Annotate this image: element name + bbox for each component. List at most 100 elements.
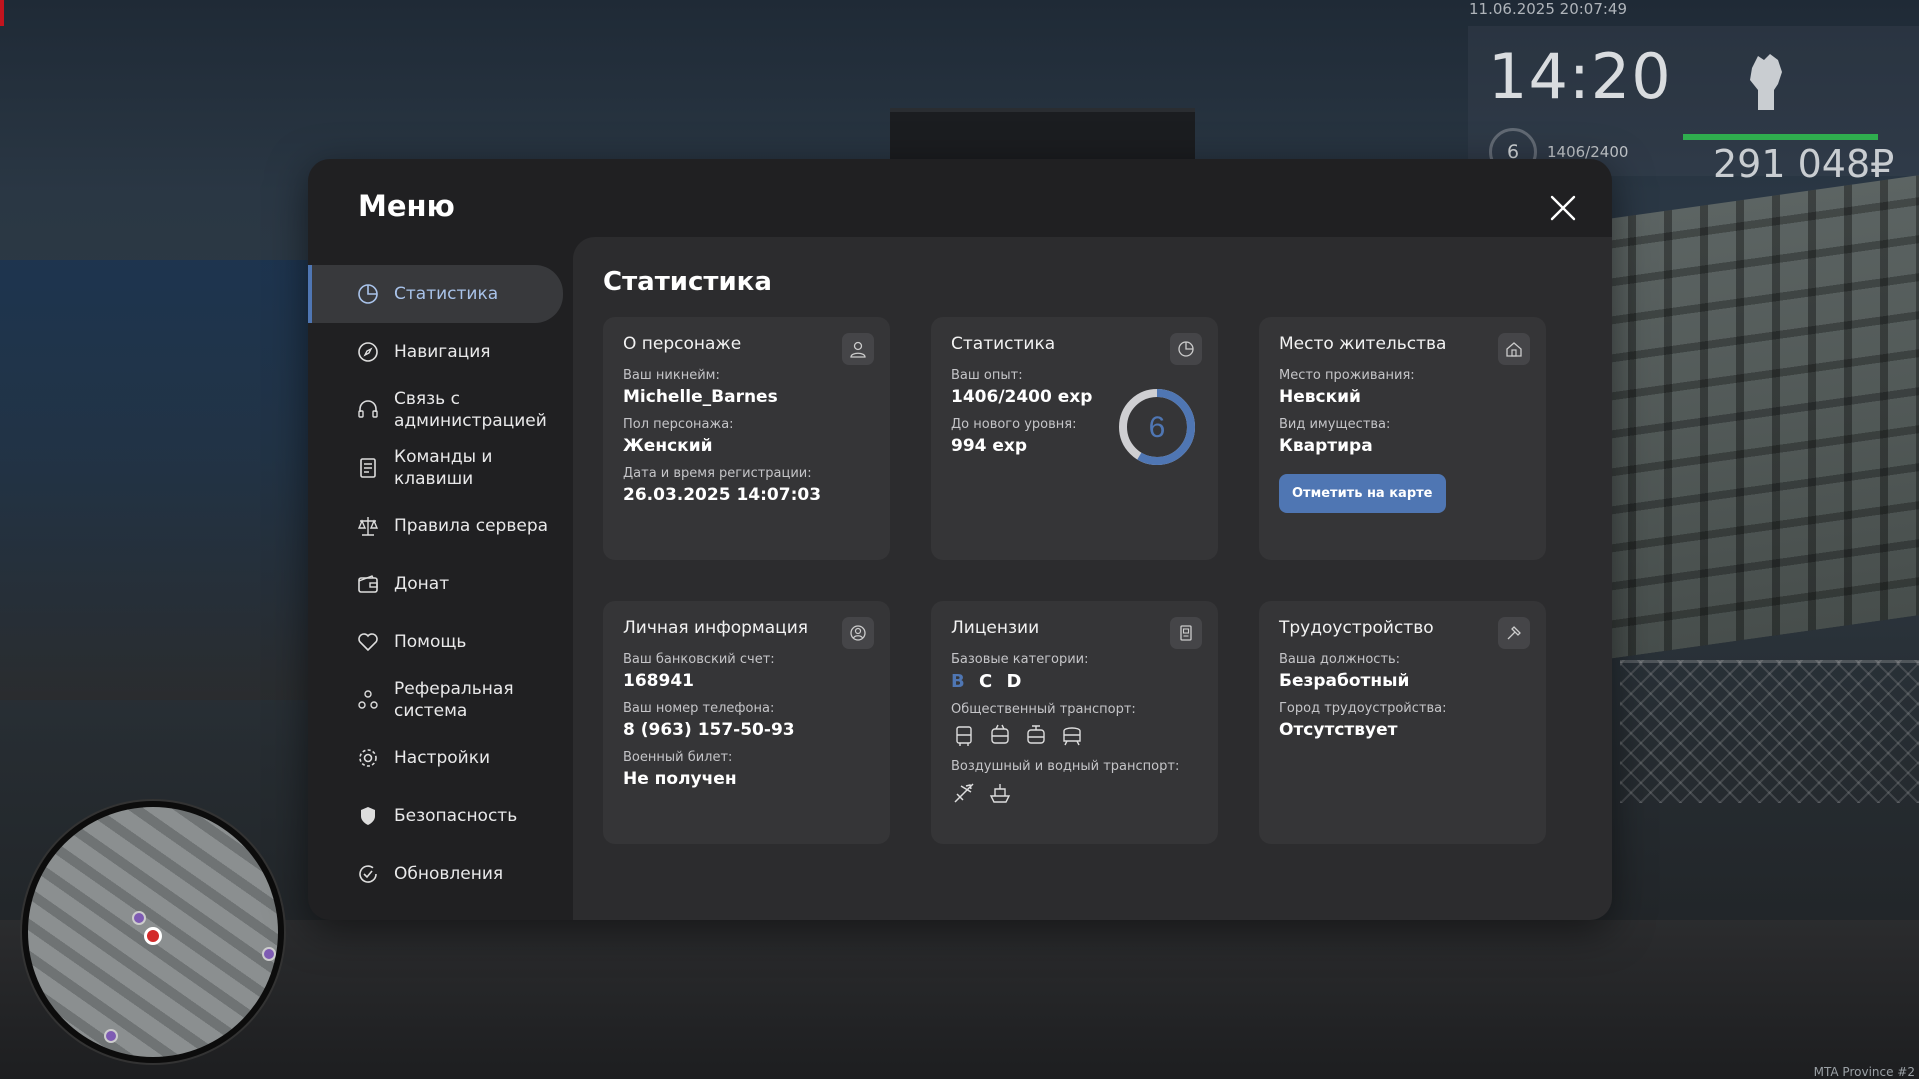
- base-categories-label: Базовые категории:: [951, 652, 1089, 667]
- user-circle-icon: [842, 617, 874, 649]
- license-categories: B C D: [951, 671, 1198, 692]
- background-building-left: [0, 260, 310, 700]
- gender-label: Пол персонажа:: [623, 417, 734, 432]
- gender-value: Женский: [623, 436, 713, 456]
- sidebar-item-statistics[interactable]: Статистика: [308, 265, 563, 323]
- card-licenses: Лицензии Базовые категории: B C D Общест…: [931, 601, 1218, 844]
- property-type-value: Квартира: [1279, 436, 1373, 456]
- map-blip: [104, 1029, 118, 1043]
- close-icon: [1550, 195, 1576, 221]
- place-label: Место проживания:: [1279, 368, 1415, 383]
- card-title: Статистика: [951, 334, 1056, 354]
- air-water-transport-label: Воздушный и водный транспорт:: [951, 759, 1180, 774]
- house-icon: [1498, 333, 1530, 365]
- trolleybus-icon: [987, 723, 1013, 749]
- menu-modal: Меню Статистика Навигация Связь с админи…: [308, 159, 1612, 920]
- background-building-right: [1600, 175, 1919, 660]
- license-card-icon: [1170, 617, 1202, 649]
- phone-label: Ваш номер телефона:: [623, 701, 775, 716]
- card-character: О персонаже Ваш никнейм: Michelle_Barnes…: [603, 317, 890, 560]
- level-number: 6: [1149, 411, 1166, 444]
- hud-money: 291 048₽: [1713, 142, 1895, 186]
- fist-icon: [1744, 50, 1786, 112]
- hud-datetime: 11.06.2025 20:07:49: [1469, 0, 1628, 18]
- hud-health-bar: [1683, 134, 1878, 140]
- people-icon: [356, 688, 380, 712]
- card-personal-info: Личная информация Ваш банковский счет: 1…: [603, 601, 890, 844]
- shield-icon: [356, 804, 380, 828]
- position-value: Безработный: [1279, 671, 1410, 691]
- nickname-label: Ваш никнейм:: [623, 368, 720, 383]
- sidebar-item-donate[interactable]: Донат: [308, 555, 571, 613]
- sidebar-item-label: Реферальная система: [394, 679, 514, 721]
- license-category-c: C: [979, 671, 993, 692]
- exp-label: Ваш опыт:: [951, 368, 1023, 383]
- military-id-label: Военный билет:: [623, 750, 733, 765]
- map-blip: [262, 947, 276, 961]
- sidebar-item-updates[interactable]: Обновления: [308, 845, 571, 903]
- red-corner-mark: [0, 0, 4, 26]
- sidebar: Статистика Навигация Связь с администрац…: [308, 265, 571, 903]
- sidebar-item-label: Правила сервера: [394, 516, 549, 536]
- sidebar-item-label: Команды и клавиши: [394, 447, 493, 489]
- hammer-icon: [1498, 617, 1530, 649]
- nickname-value: Michelle_Barnes: [623, 387, 778, 407]
- document-icon: [356, 456, 380, 480]
- close-button[interactable]: [1548, 193, 1578, 223]
- air-water-transport-icons: [951, 780, 1198, 806]
- mark-on-map-button[interactable]: Отметить на карте: [1279, 474, 1446, 513]
- refresh-check-icon: [356, 862, 380, 886]
- public-transport-label: Общественный транспорт:: [951, 702, 1136, 717]
- wallet-icon: [356, 572, 380, 596]
- license-category-b: B: [951, 671, 965, 692]
- sidebar-item-label: Помощь: [394, 632, 467, 652]
- content-panel: Статистика О персонаже Ваш никнейм: Mich…: [573, 237, 1612, 920]
- sidebar-item-settings[interactable]: Настройки: [308, 729, 571, 787]
- card-statistics: Статистика Ваш опыт: 1406/2400 exp До но…: [931, 317, 1218, 560]
- card-title: Трудоустройство: [1279, 618, 1434, 638]
- sidebar-item-help[interactable]: Помощь: [308, 613, 571, 671]
- property-type-label: Вид имущества:: [1279, 417, 1391, 432]
- compass-icon: [356, 340, 380, 364]
- gear-icon: [356, 746, 380, 770]
- airplane-icon: [951, 780, 977, 806]
- card-employment: Трудоустройство Ваша должность: Безработ…: [1259, 601, 1546, 844]
- server-watermark: MTA Province #2: [1813, 1065, 1915, 1079]
- military-id-value: Не получен: [623, 769, 737, 789]
- scales-icon: [356, 514, 380, 538]
- public-transport-icons: [951, 723, 1198, 749]
- background-ground: [0, 920, 1919, 1079]
- place-value: Невский: [1279, 387, 1361, 407]
- sidebar-item-label: Статистика: [394, 284, 499, 304]
- content-title: Статистика: [603, 267, 772, 297]
- bank-account-label: Ваш банковский счет:: [623, 652, 775, 667]
- sidebar-item-label: Настройки: [394, 748, 491, 768]
- background-fence: [1620, 660, 1919, 803]
- sidebar-item-label: Связь с администрацией: [394, 389, 547, 431]
- card-title: Личная информация: [623, 618, 809, 638]
- tram-icon: [1023, 723, 1049, 749]
- card-title: Место жительства: [1279, 334, 1447, 354]
- sidebar-item-navigation[interactable]: Навигация: [308, 323, 571, 381]
- hud-clock: 14:20: [1488, 40, 1672, 113]
- license-category-d: D: [1006, 671, 1022, 692]
- pie-chart-icon: [1170, 333, 1202, 365]
- sidebar-item-security[interactable]: Безопасность: [308, 787, 571, 845]
- sidebar-item-admin-contact[interactable]: Связь с администрацией: [308, 381, 571, 439]
- boat-icon: [987, 780, 1013, 806]
- pie-chart-icon: [356, 282, 380, 306]
- level-progress-ring: 6: [1119, 389, 1195, 465]
- bank-account-value: 168941: [623, 671, 694, 691]
- sidebar-item-referral[interactable]: Реферальная система: [308, 671, 571, 729]
- sidebar-item-rules[interactable]: Правила сервера: [308, 497, 571, 555]
- sidebar-item-commands[interactable]: Команды и клавиши: [308, 439, 571, 497]
- heart-hand-icon: [356, 630, 380, 654]
- user-icon: [842, 333, 874, 365]
- sidebar-item-label: Донат: [394, 574, 450, 594]
- headset-icon: [356, 398, 380, 422]
- sidebar-item-label: Безопасность: [394, 806, 518, 826]
- phone-value: 8 (963) 157-50-93: [623, 720, 795, 740]
- bus-icon: [951, 723, 977, 749]
- map-blip: [132, 911, 146, 925]
- work-city-value: Отсутствует: [1279, 720, 1398, 740]
